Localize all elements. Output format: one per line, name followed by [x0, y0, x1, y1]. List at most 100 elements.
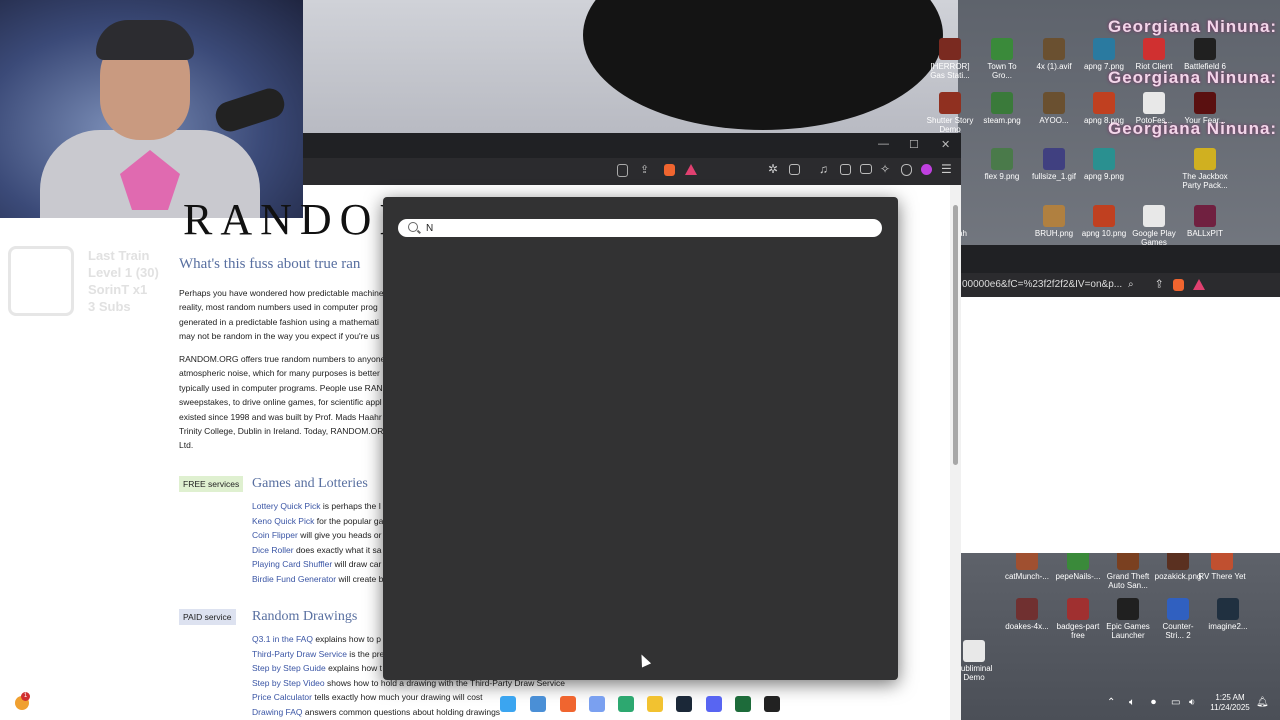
games-heading[interactable]: Games and Lotteries [252, 476, 368, 492]
extensions-icon[interactable]: ✲ [768, 162, 782, 176]
chevron-up-icon[interactable]: ⌃ [1107, 697, 1115, 708]
share-icon[interactable]: ⇪ [640, 163, 654, 177]
desktop-icon[interactable]: doakes-4x... [1003, 598, 1051, 631]
service-link[interactable]: Dice Roller [252, 545, 294, 555]
rewards-icon[interactable] [685, 164, 697, 175]
service-link[interactable]: Coin Flipper [252, 530, 298, 540]
desktop-icon[interactable]: apng 7.png [1080, 38, 1128, 71]
desktop-icon-label: pozakick.png [1154, 572, 1202, 581]
app-icon [1067, 598, 1089, 620]
desktop-icon[interactable]: apng 9.png [1080, 148, 1128, 181]
toolbar: ⇪ ✲ ♫ ✧ ☰ [303, 158, 961, 185]
epic-games-taskbar-icon[interactable] [764, 696, 780, 712]
discord-taskbar-icon[interactable] [706, 696, 722, 712]
minimize-button[interactable]: — [878, 138, 889, 150]
service-link[interactable]: Keno Quick Pick [252, 516, 314, 526]
service-link[interactable]: Birdie Fund Generator [252, 574, 336, 584]
about-paragraph-line: Ltd. [179, 440, 194, 451]
desktop-icon[interactable]: AYOO... [1030, 92, 1078, 125]
service-description: will give you heads or [297, 530, 382, 540]
app-green-taskbar-icon[interactable] [618, 696, 634, 712]
steam-taskbar-icon[interactable] [676, 696, 692, 712]
windows-start-taskbar-icon[interactable] [500, 696, 516, 712]
service-description: will draw car [332, 559, 382, 569]
train-icon [8, 246, 74, 316]
desktop-icon-label: BALLxPIT [1186, 229, 1223, 238]
desktop-icon[interactable]: Shutter Story Demo [926, 92, 974, 134]
desktop-icon[interactable]: The Jackbox Party Pack... [1181, 148, 1229, 190]
desktop-icon-label: Town To Gro... [987, 62, 1017, 80]
excel-like-taskbar-icon[interactable] [735, 696, 751, 712]
clock[interactable]: 1:25 AM 11/24/2025 [1205, 693, 1255, 713]
subs-label: 3 Subs [88, 299, 131, 314]
service-link[interactable]: Step by Step Video [252, 678, 325, 688]
notification-bell-icon[interactable]: 🔔︎ [1256, 697, 1269, 708]
app-icon [1043, 92, 1065, 114]
search-input[interactable] [426, 220, 866, 236]
service-link[interactable]: Step by Step Guide [252, 663, 326, 673]
desktop-icon[interactable]: Battlefield 6 [1181, 38, 1229, 71]
desktop-icon[interactable]: imagine2... [1204, 598, 1252, 631]
service-description: is the pre [346, 648, 385, 659]
service-link[interactable]: Lottery Quick Pick [252, 501, 321, 511]
wallet-icon[interactable] [860, 164, 872, 174]
service-link[interactable]: Third-Party Draw Service [252, 649, 347, 659]
music-icon[interactable]: ♫ [819, 162, 833, 176]
desktop-icon[interactable]: flex 9.png [978, 148, 1026, 181]
profile-icon[interactable] [921, 164, 932, 175]
desktop-icon-label: pepeNails-... [1055, 572, 1101, 581]
reader-mode-icon[interactable] [617, 164, 628, 177]
drawings-heading[interactable]: Random Drawings [252, 609, 357, 625]
volume-icon[interactable]: 🔉︎ [1189, 697, 1195, 708]
close-button[interactable]: ✕ [941, 138, 950, 151]
brave-shield-icon[interactable] [664, 164, 675, 176]
desktop-icon[interactable]: 4x (1).avif [1030, 38, 1078, 71]
desktop-icon[interactable]: Google Play Games [1130, 205, 1178, 247]
app-icon [1167, 598, 1189, 620]
microphone-icon[interactable]: ⏺︎ [1151, 697, 1156, 708]
app-icon [963, 640, 985, 662]
rewards-icon[interactable] [1193, 279, 1205, 290]
desktop-icon[interactable]: PotoFes... [1130, 92, 1178, 125]
background-url[interactable]: 00000e6&fC=%23f2f2f2&IV=on&p... [962, 279, 1122, 290]
service-link[interactable]: Q3.1 in the FAQ [252, 634, 313, 644]
maximize-button[interactable]: ☐ [909, 138, 919, 151]
desktop-icon-label: Counter-Stri... 2 [1162, 622, 1194, 640]
leo-ai-icon[interactable]: ✧ [880, 162, 894, 176]
desktop-icon[interactable]: badges-part free [1054, 598, 1102, 640]
search-box[interactable] [398, 219, 882, 237]
desktop-icon[interactable]: Town To Gro... [978, 38, 1026, 80]
scrollbar[interactable] [950, 185, 961, 720]
sidebar-icon[interactable] [840, 164, 851, 175]
desktop-icon[interactable]: BALLxPIT [1181, 205, 1229, 238]
app-icon [939, 38, 961, 60]
brave-browser-taskbar-icon[interactable] [560, 696, 576, 712]
desktop-icon[interactable]: Epic Games Launcher [1104, 598, 1152, 640]
app-icon [1143, 92, 1165, 114]
speaker-icon[interactable]: 🔈︎ [1129, 697, 1135, 708]
desktop-icon[interactable]: Grand Theft Auto San... [1104, 548, 1152, 590]
copilot-taskbar-icon[interactable] [589, 696, 605, 712]
tab-icon[interactable] [789, 164, 800, 175]
network-icon[interactable]: ▭ [1171, 697, 1180, 708]
desktop-icon-label: The Jackbox Party Pack... [1182, 172, 1228, 190]
desktop-icon[interactable]: [HERROR] Gas Stati... [926, 38, 974, 80]
desktop-icon-label: fullsize_1.gif [1031, 172, 1077, 181]
app-icon [1143, 38, 1165, 60]
desktop-icon[interactable]: apng 10.png [1080, 205, 1128, 238]
service-link[interactable]: Playing Card Shuffler [252, 559, 332, 569]
desktop-icon[interactable]: Your Fear... [1181, 92, 1229, 125]
desktop-icon[interactable]: fullsize_1.gif [1030, 148, 1078, 181]
desktop-icon[interactable]: BRUH.png [1030, 205, 1078, 238]
menu-icon[interactable]: ☰ [941, 162, 955, 176]
desktop-icon[interactable]: steam.png [978, 92, 1026, 125]
desktop-icon-label: doakes-4x... [1005, 622, 1049, 631]
desktop-icon[interactable]: apng 8.png [1080, 92, 1128, 125]
file-window-taskbar-icon[interactable] [530, 696, 546, 712]
desktop-icon[interactable]: Counter-Stri... 2 [1154, 598, 1202, 640]
file-explorer-taskbar-icon[interactable] [647, 696, 663, 712]
desktop-icon[interactable]: Riot Client [1130, 38, 1178, 71]
vpn-icon[interactable] [901, 164, 912, 176]
service-description: will create b [336, 573, 384, 584]
brave-shield-icon[interactable] [1173, 279, 1184, 291]
